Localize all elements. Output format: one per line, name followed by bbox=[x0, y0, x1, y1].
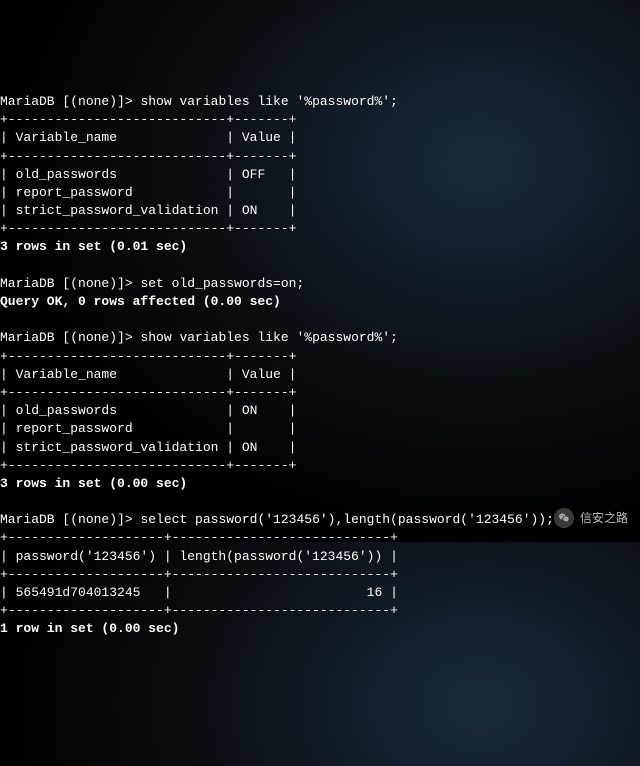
prompt-line[interactable]: MariaDB [(none)]> select password('12345… bbox=[0, 512, 554, 527]
sql-command: select password('123456'),length(passwor… bbox=[140, 512, 553, 527]
table-border: +----------------------------+-------+ bbox=[0, 221, 296, 236]
table-header: | Variable_name | Value | bbox=[0, 130, 296, 145]
table-header: | password('123456') | length(password('… bbox=[0, 549, 398, 564]
table-row: | report_password | | bbox=[0, 185, 296, 200]
table-row: | strict_password_validation | ON | bbox=[0, 440, 296, 455]
terminal-output: MariaDB [(none)]> show variables like '%… bbox=[0, 73, 640, 639]
table-row: | report_password | | bbox=[0, 421, 296, 436]
table-header: | Variable_name | Value | bbox=[0, 367, 296, 382]
result-summary: 3 rows in set (0.01 sec) bbox=[0, 239, 187, 254]
watermark-text: 信安之路 bbox=[580, 510, 628, 527]
table-border: +----------------------------+-------+ bbox=[0, 349, 296, 364]
watermark: 信安之路 bbox=[554, 508, 628, 528]
table-border: +----------------------------+-------+ bbox=[0, 458, 296, 473]
result-summary: 3 rows in set (0.00 sec) bbox=[0, 476, 187, 491]
result-summary: 1 row in set (0.00 sec) bbox=[0, 621, 179, 636]
table-row: | 565491d704013245 | 16 | bbox=[0, 585, 398, 600]
sql-command: show variables like '%password%'; bbox=[140, 330, 397, 345]
prompt-ps: MariaDB [(none)]> bbox=[0, 276, 140, 291]
table-border: +----------------------------+-------+ bbox=[0, 149, 296, 164]
prompt-line[interactable]: MariaDB [(none)]> show variables like '%… bbox=[0, 330, 398, 345]
table-row: | old_passwords | ON | bbox=[0, 403, 296, 418]
result-summary: Query OK, 0 rows affected (0.00 sec) bbox=[0, 294, 281, 309]
prompt-ps: MariaDB [(none)]> bbox=[0, 512, 140, 527]
table-border: +--------------------+------------------… bbox=[0, 603, 398, 618]
prompt-ps: MariaDB [(none)]> bbox=[0, 94, 140, 109]
prompt-line[interactable]: MariaDB [(none)]> set old_passwords=on; bbox=[0, 276, 304, 291]
table-row: | strict_password_validation | ON | bbox=[0, 203, 296, 218]
sql-command: show variables like '%password%'; bbox=[140, 94, 397, 109]
table-border: +----------------------------+-------+ bbox=[0, 385, 296, 400]
table-border: +--------------------+------------------… bbox=[0, 530, 398, 545]
prompt-line[interactable]: MariaDB [(none)]> show variables like '%… bbox=[0, 94, 398, 109]
wechat-icon bbox=[554, 508, 574, 528]
prompt-ps: MariaDB [(none)]> bbox=[0, 330, 140, 345]
sql-command: set old_passwords=on; bbox=[140, 276, 304, 291]
table-row: | old_passwords | OFF | bbox=[0, 167, 296, 182]
table-border: +----------------------------+-------+ bbox=[0, 112, 296, 127]
table-border: +--------------------+------------------… bbox=[0, 567, 398, 582]
